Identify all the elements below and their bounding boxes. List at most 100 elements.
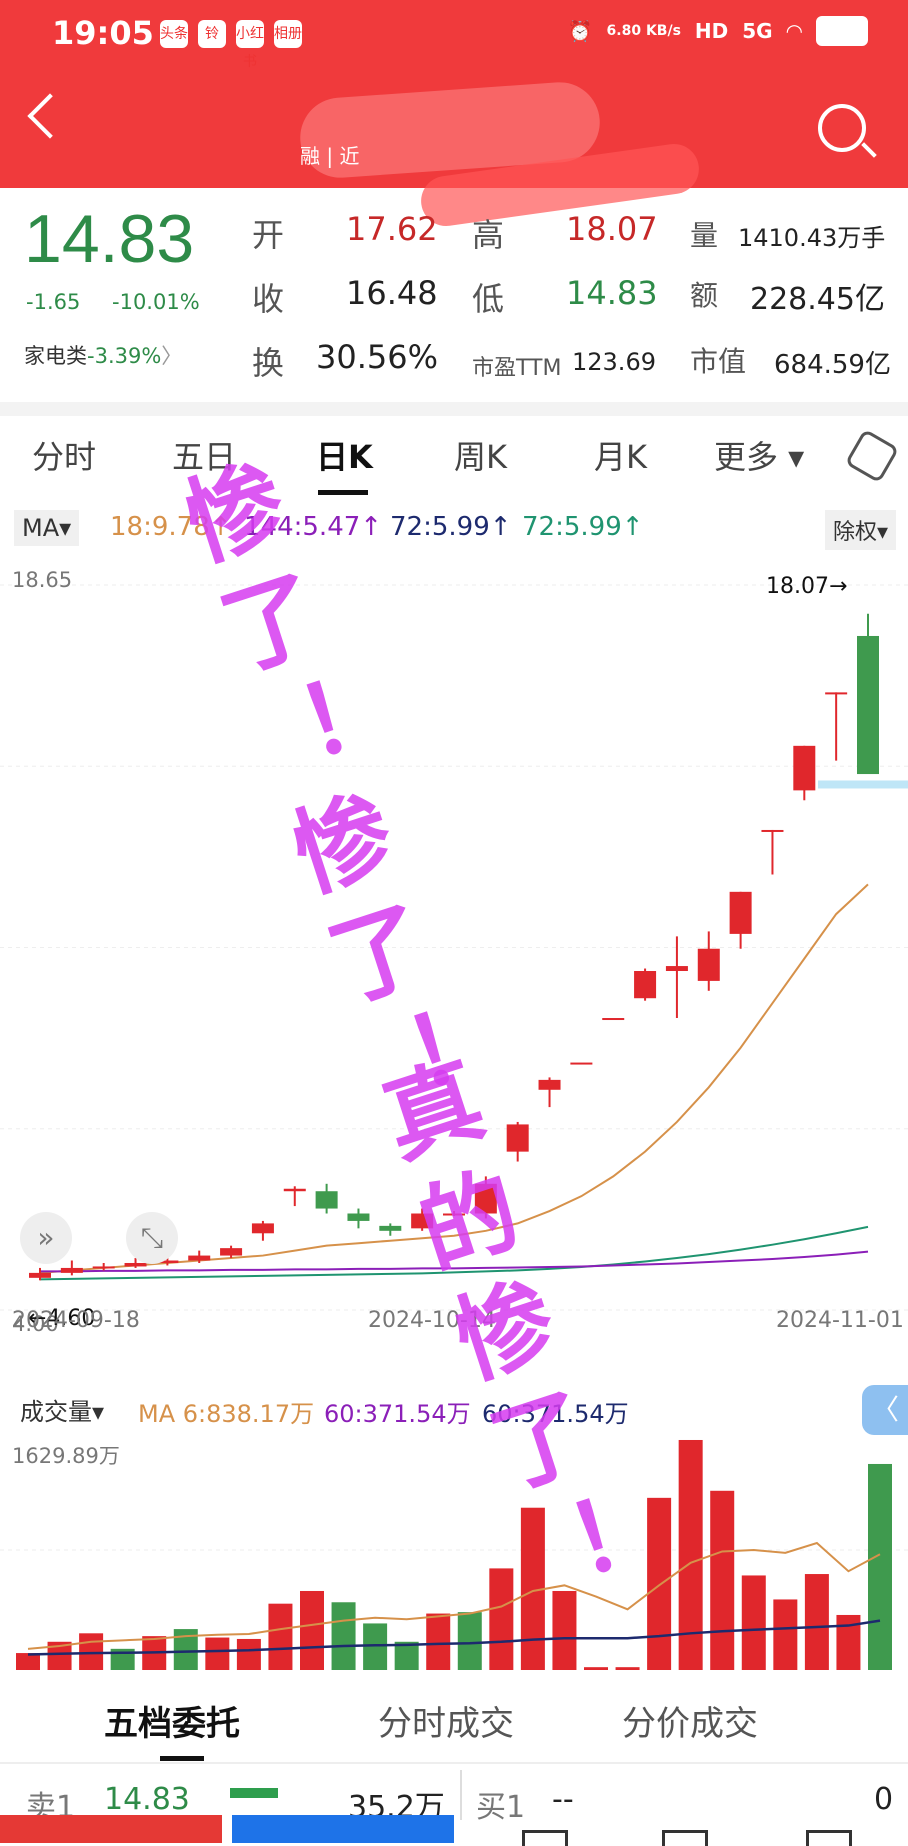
candle-body — [538, 1079, 561, 1090]
volume-label: 量 — [690, 219, 719, 252]
volume-dropdown[interactable]: 成交量▾ — [20, 1392, 104, 1427]
low-label: 低 — [472, 280, 505, 318]
tab-more[interactable]: 更多 ▾ — [714, 432, 804, 478]
volume-bar — [678, 1439, 703, 1670]
volume-bar — [205, 1637, 230, 1670]
candle-body — [251, 1223, 274, 1234]
max-price-marker: 18.07→ — [766, 574, 848, 599]
sell1-price: 14.83 — [104, 1782, 190, 1817]
chevron-right-icon: 〉 — [161, 344, 183, 368]
orderbook-separator — [460, 1770, 462, 1820]
tab-intraday[interactable]: 分时 — [32, 432, 96, 478]
volume-bar — [331, 1602, 356, 1670]
open-value: 17.62 — [346, 210, 438, 248]
volume-ma-1: MA 6:838.17万 — [138, 1400, 315, 1428]
notification-icon: 头条 — [160, 20, 188, 48]
buy-button[interactable] — [0, 1815, 222, 1843]
adjust-dropdown[interactable]: 除权▾ — [824, 510, 896, 550]
volume-bar — [710, 1490, 735, 1670]
search-icon-handle — [861, 142, 877, 158]
current-price: 14.83 — [24, 201, 195, 277]
low-value: 14.83 — [566, 274, 658, 312]
price-level-band — [818, 780, 908, 789]
volume-bar — [16, 1653, 40, 1670]
status-right: ⏰ 6.80 KB/s HD 5G ◠ — [568, 16, 868, 46]
amount-value: 228.45亿 — [750, 282, 885, 317]
tab-order-book[interactable]: 五档委托 — [104, 1696, 240, 1745]
candle-body — [92, 1266, 115, 1269]
back-icon[interactable] — [27, 93, 73, 139]
candle-body — [602, 1018, 625, 1021]
open-label: 开 — [252, 216, 285, 254]
toolbar-icon[interactable] — [806, 1830, 852, 1846]
hd-badge: HD — [694, 19, 729, 43]
volume-chart[interactable] — [0, 1430, 908, 1675]
volume-bar — [868, 1463, 892, 1670]
ma-dropdown[interactable]: MA▾ — [14, 510, 80, 546]
fullscreen-icon[interactable]: ⤡ — [126, 1212, 178, 1264]
date-label-start: 2024-09-18 — [12, 1308, 140, 1333]
tab-weekly-k[interactable]: 周K — [454, 432, 507, 478]
candle-body — [665, 966, 688, 972]
candle-body — [315, 1191, 338, 1209]
ma-value-3: 72:5.99↑ — [390, 512, 512, 542]
status-time: 19:05 — [52, 14, 154, 52]
candle-body — [697, 948, 720, 981]
tab-monthly-k[interactable]: 月K — [594, 432, 647, 478]
app-header: 19:05 头条 铃 小红书 相册 ⏰ 6.80 KB/s HD 5G ◠ 融 … — [0, 0, 908, 188]
high-value: 18.07 — [566, 210, 658, 248]
sector-change: -3.39% — [87, 344, 162, 368]
side-panel-toggle[interactable]: 〈 — [862, 1385, 908, 1435]
volume-bar — [773, 1599, 798, 1670]
section-divider — [0, 402, 908, 416]
candle-body — [729, 891, 752, 934]
tab-divider — [0, 1762, 908, 1764]
tab-tick-trades[interactable]: 分时成交 — [378, 1696, 514, 1745]
market-cap-label: 市值 — [690, 345, 747, 378]
sector-link[interactable]: 家电类-3.39%〉 — [24, 340, 182, 370]
price-change-pct: -10.01% — [112, 290, 200, 314]
buy1-price: -- — [552, 1782, 574, 1817]
settings-icon[interactable] — [844, 428, 900, 484]
close-value: 16.48 — [346, 274, 438, 312]
y-axis-top-label: 18.65 — [12, 568, 73, 592]
double-chevron-icon[interactable]: » — [20, 1212, 72, 1264]
battery-icon — [816, 16, 868, 46]
pe-value: 123.69 — [572, 348, 656, 376]
signal-indicator: 5G — [742, 19, 773, 43]
sell1-volume-bar — [230, 1788, 278, 1798]
tab-daily-k[interactable]: 日K — [316, 432, 373, 478]
candle-body — [124, 1262, 147, 1267]
active-tab-indicator — [318, 490, 368, 495]
alarm-icon: ⏰ — [567, 19, 593, 43]
active-bottom-tab-indicator — [160, 1756, 204, 1761]
sell-button[interactable] — [232, 1815, 454, 1843]
volume-bar — [804, 1574, 829, 1670]
candle-body — [857, 635, 879, 775]
toolbar-icon[interactable] — [662, 1830, 708, 1846]
volume-bar — [741, 1575, 766, 1670]
candle-body — [761, 829, 784, 832]
wifi-icon: ◠ — [786, 19, 802, 43]
volume-bar — [268, 1603, 293, 1670]
volume-bar — [236, 1638, 261, 1670]
volume-bar — [584, 1667, 608, 1670]
toolbar-icon[interactable] — [522, 1830, 568, 1846]
candle-body — [188, 1255, 211, 1261]
buy1-volume: 0 — [874, 1782, 894, 1817]
tab-price-trades[interactable]: 分价成交 — [622, 1696, 758, 1745]
stock-title: 融 | 近 — [300, 144, 360, 168]
price-change: -1.65 — [26, 290, 81, 314]
date-label-end: 2024-11-01 — [776, 1308, 904, 1333]
search-icon[interactable] — [818, 104, 866, 152]
volume-bar — [300, 1590, 324, 1670]
sector-name: 家电类 — [24, 344, 87, 368]
net-speed: 6.80 KB/s — [606, 23, 681, 39]
candle-body — [347, 1213, 370, 1221]
market-cap-value: 684.59亿 — [774, 350, 891, 380]
candle-body — [825, 692, 848, 695]
notification-icon: 铃 — [198, 20, 226, 48]
candle-body — [283, 1188, 306, 1192]
close-label: 收 — [252, 280, 285, 318]
candle-body — [793, 745, 816, 791]
